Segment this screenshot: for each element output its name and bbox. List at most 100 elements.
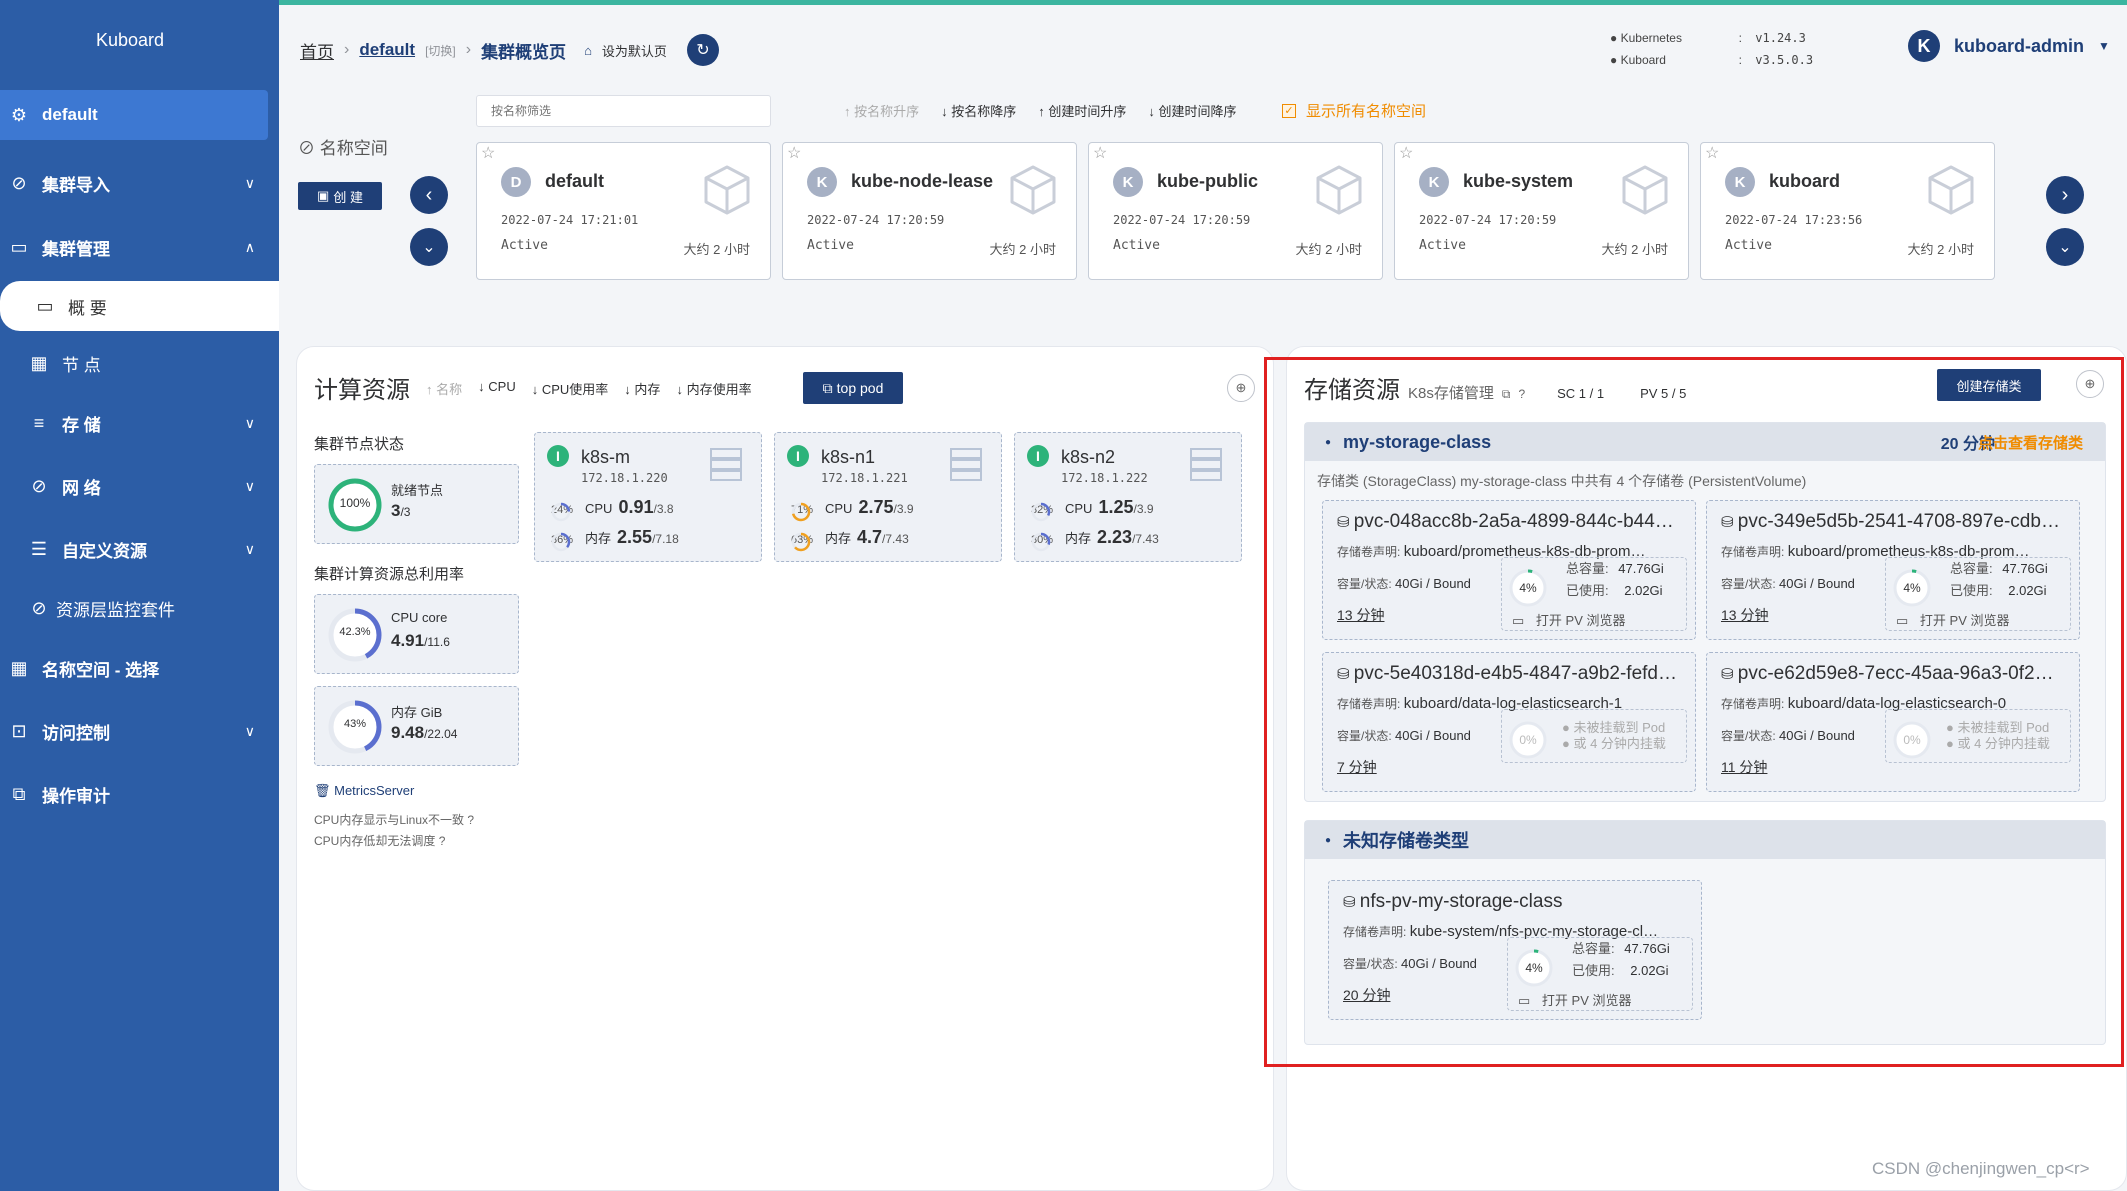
expand-button[interactable]: ⌄ — [2046, 228, 2084, 266]
network-icon: ⊘ — [31, 475, 47, 496]
pvc-name[interactable]: ⛁ pvc-e62d59e8-7ecc-45aa-96a3-0f27… — [1721, 663, 2061, 685]
namespace-card[interactable]: ☆ Kkuboard 2022-07-24 17:23:56 Active 大约 2 小… — [1700, 142, 1995, 280]
sort-mem-usage[interactable]: ↓ 内存使用率 — [676, 379, 751, 398]
sort-name[interactable]: ↑ 名称 — [426, 379, 462, 398]
pvc-name[interactable]: ⛁ pvc-048acc8b-2a5a-4899-844c-b44c… — [1337, 511, 1677, 533]
usage-box: 4% 总容量: 47.76Gi 已使用: 2.02Gi ▭ 打开 PV 浏览器 — [1501, 557, 1687, 631]
sidebar-item-overview[interactable]: ▭ 概 要 — [0, 281, 279, 331]
star-icon[interactable]: ☆ — [481, 143, 495, 163]
pvc-card[interactable]: ⛁ pvc-5e40318d-e4b5-4847-a9b2-fefd… 存储卷声明… — [1322, 652, 1696, 792]
user-menu[interactable]: K kuboard-admin ▼ — [1908, 30, 2110, 62]
pvc-name[interactable]: ⛁ pvc-5e40318d-e4b5-4847-a9b2-fefd… — [1337, 663, 1677, 685]
node-status-icon: I — [1027, 445, 1049, 467]
sort-name-asc[interactable]: ↑ 按名称升序 — [844, 101, 919, 120]
open-pv-browser[interactable]: ▭ 打开 PV 浏览器 — [1518, 990, 1632, 1009]
external-link-icon[interactable]: ⧉ — [1502, 387, 1511, 402]
sidebar-item-cluster-manage[interactable]: ▭ 集群管理 ∧ — [0, 222, 279, 272]
collapse-button[interactable]: ⌄ — [410, 228, 448, 266]
namespace-selector[interactable]: ⚙ default — [0, 90, 268, 140]
prev-button[interactable]: ‹ — [410, 176, 448, 214]
namespace-name: kube-public — [1157, 171, 1259, 191]
sidebar-item-namespace-select[interactable]: ▦ 名称空间 - 选择 — [0, 643, 279, 693]
mem-pct: 43% — [343, 718, 367, 730]
namespace-card[interactable]: ☆ Kkube-public 2022-07-24 17:20:59 Active 大约… — [1088, 142, 1383, 280]
usage-box: 0% ● 未被挂载到 Pod ● 或 4 分钟内挂载 — [1885, 709, 2071, 763]
k8s-storage-link[interactable]: K8s存储管理 — [1408, 382, 1494, 403]
note-2[interactable]: CPU内存低却无法调度 ? — [314, 832, 445, 849]
pvc-name[interactable]: ⛁ pvc-349e5d5b-2541-4708-897e-cdbc… — [1721, 511, 2061, 533]
pvc-card[interactable]: ⛁ pvc-048acc8b-2a5a-4899-844c-b44c… 存储卷声明… — [1322, 500, 1696, 640]
star-icon[interactable]: ☆ — [1705, 143, 1719, 163]
database-icon: ⛁ — [1343, 894, 1360, 911]
namespace-filter-input[interactable] — [476, 95, 771, 127]
unknown-title: 未知存储卷类型 — [1343, 831, 1470, 851]
cube-icon — [1316, 165, 1362, 215]
trash-icon: 🗑 — [314, 783, 335, 798]
namespace-card[interactable]: ☆ Ddefault 2022-07-24 17:21:01 Active 大约 2 小… — [476, 142, 771, 280]
sort-time-asc[interactable]: ↑ 创建时间升序 — [1038, 101, 1126, 120]
metrics-server-link[interactable]: 🗑 MetricsServer — [314, 783, 414, 799]
view-storageclass-link[interactable]: 点击查看存储类 — [1978, 432, 2083, 453]
sidebar-item-network[interactable]: ⊘ 网 络 ∨ — [0, 461, 279, 511]
node-card[interactable]: Ik8s-n1 172.18.1.221 71% CPU 2.75/3.9 63% 内存 4.… — [774, 432, 1002, 562]
sort-name-desc[interactable]: ↓ 按名称降序 — [941, 101, 1016, 120]
paperclip-icon: ⊘ — [31, 597, 47, 618]
zoom-icon[interactable]: ⊕ — [1227, 374, 1255, 402]
create-storageclass-button[interactable]: 创建存储类 — [1937, 369, 2041, 401]
namespace-avatar: K — [1113, 167, 1143, 197]
help-icon[interactable]: ? — [1518, 387, 1525, 401]
breadcrumb: 首页 › default [切换] › 集群概览页 ⌂ 设为默认页 ↻ — [300, 34, 719, 66]
grid-icon: ▦ — [30, 352, 48, 373]
zoom-icon[interactable]: ⊕ — [2076, 370, 2104, 398]
switch-cluster-link[interactable]: [切换] — [425, 42, 456, 59]
app-title: Kuboard — [95, 30, 165, 50]
create-namespace-button[interactable]: ▣ 创 建 — [298, 182, 382, 210]
sort-cpu[interactable]: ↓ CPU — [478, 379, 516, 398]
set-default-link[interactable]: 设为默认页 — [602, 41, 667, 60]
refresh-button[interactable]: ↻ — [686, 34, 719, 66]
namespace-age: 大约 2 小时 — [1601, 242, 1668, 257]
top-pod-button[interactable]: ⧉ top pod — [803, 372, 903, 404]
namespace-created: 2022-07-24 17:20:59 — [1419, 213, 1557, 227]
star-icon[interactable]: ☆ — [1093, 143, 1107, 163]
storageclass-name[interactable]: my-storage-class — [1343, 432, 1491, 453]
sidebar-item-audit[interactable]: ⧉ 操作审计 — [0, 769, 279, 819]
mem-value: 9.48/22.04 — [391, 723, 458, 742]
sidebar-item-custom-resources[interactable]: ☰ 自定义资源 ∨ — [0, 524, 279, 574]
sidebar-item-monitoring[interactable]: ⊘ 资源层监控套件 — [0, 583, 279, 633]
pvc-card[interactable]: ⛁ pvc-349e5d5b-2541-4708-897e-cdbc… 存储卷声明… — [1706, 500, 2080, 640]
checkbox-icon[interactable]: ✓ — [1282, 103, 1296, 118]
compute-title: 计算资源 — [314, 377, 410, 404]
node-card[interactable]: Ik8s-n2 172.18.1.222 32% CPU 1.25/3.9 30% 内存 2.… — [1014, 432, 1242, 562]
namespace-card[interactable]: ☆ Kkube-system 2022-07-24 17:20:59 Active 大约… — [1394, 142, 1689, 280]
version-info: ● Kubernetes: v1.24.3 ● Kuboard: v3.5.0.… — [1610, 31, 1814, 67]
pvc-capacity: 容量/状态: 40Gi / Bound — [1337, 576, 1471, 591]
star-icon[interactable]: ☆ — [1399, 143, 1413, 163]
pvc-card[interactable]: ⛁ nfs-pv-my-storage-class 存储卷声明: kube-sys… — [1328, 880, 1702, 1020]
sidebar-item-access-control[interactable]: ⊡ 访问控制 ∨ — [0, 706, 279, 756]
pv-count: PV 5 / 5 — [1640, 386, 1687, 401]
sort-time-desc[interactable]: ↓ 创建时间降序 — [1148, 101, 1236, 120]
usage-gauge: 4% — [1514, 948, 1554, 988]
pvc-name[interactable]: ⛁ nfs-pv-my-storage-class — [1343, 891, 1683, 913]
lock-icon: ⊡ — [11, 720, 27, 741]
sidebar-item-nodes[interactable]: ▦ 节 点 — [0, 338, 279, 388]
namespace-card[interactable]: ☆ Kkube-node-lease 2022-07-24 17:20:59 Acti… — [782, 142, 1077, 280]
folder-icon: ▭ — [1896, 613, 1909, 628]
sidebar-item-cluster-import[interactable]: ⊘ 集群导入 ∨ — [0, 158, 279, 208]
show-all-namespaces[interactable]: ✓ 显示所有名称空间 — [1282, 100, 1426, 121]
sort-cpu-usage[interactable]: ↓ CPU使用率 — [532, 379, 609, 398]
node-card[interactable]: Ik8s-m 172.18.1.220 24% CPU 0.91/3.8 36% 内存 2.5… — [534, 432, 762, 562]
namespace-avatar: K — [1725, 167, 1755, 197]
next-button[interactable]: › — [2046, 176, 2084, 214]
open-pv-browser[interactable]: ▭ 打开 PV 浏览器 — [1896, 610, 2010, 629]
pvc-capacity: 容量/状态: 40Gi / Bound — [1337, 728, 1471, 743]
breadcrumb-home[interactable]: 首页 — [300, 38, 334, 63]
open-pv-browser[interactable]: ▭ 打开 PV 浏览器 — [1512, 610, 1626, 629]
sort-mem[interactable]: ↓ 内存 — [624, 379, 660, 398]
breadcrumb-cluster[interactable]: default — [359, 40, 415, 60]
star-icon[interactable]: ☆ — [787, 143, 801, 163]
pvc-card[interactable]: ⛁ pvc-e62d59e8-7ecc-45aa-96a3-0f27… 存储卷声明… — [1706, 652, 2080, 792]
note-1[interactable]: CPU内存显示与Linux不一致 ? — [314, 811, 474, 828]
sidebar-item-storage[interactable]: ≡ 存 储 ∨ — [0, 398, 279, 448]
